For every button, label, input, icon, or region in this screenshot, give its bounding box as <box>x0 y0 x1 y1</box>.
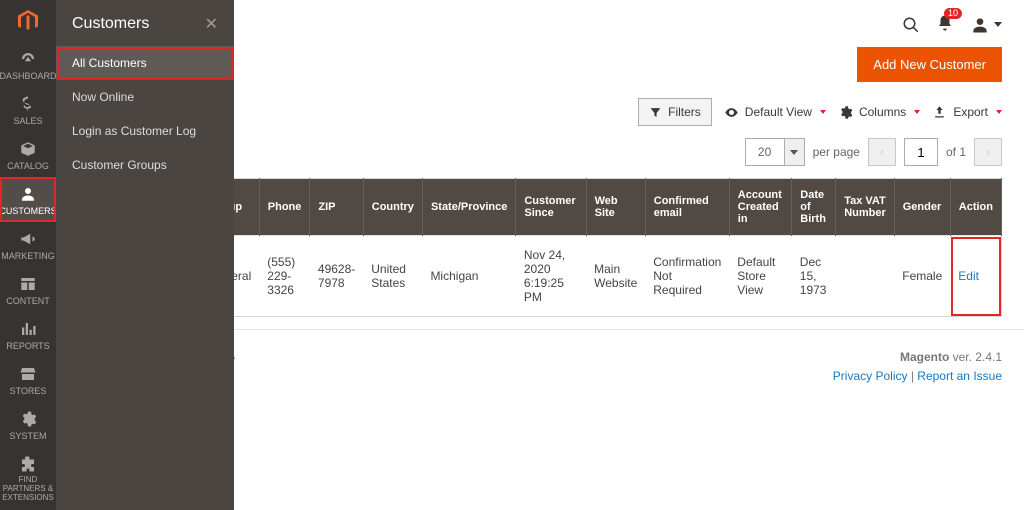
cell-country: United States <box>363 236 422 317</box>
columns-button[interactable]: Columns <box>838 105 920 120</box>
nav-system[interactable]: SYSTEM <box>0 402 56 447</box>
flyout-item-login-log[interactable]: Login as Customer Log <box>56 114 234 148</box>
footer-version: ver. 2.4.1 <box>949 350 1002 364</box>
store-icon <box>19 365 37 383</box>
filters-label: Filters <box>668 105 701 119</box>
search-icon[interactable] <box>902 16 920 34</box>
user-icon <box>970 15 990 35</box>
chevron-down-icon <box>996 110 1002 114</box>
export-button[interactable]: Export <box>932 105 1002 120</box>
flyout-item-all-customers[interactable]: All Customers <box>56 46 234 80</box>
pager-page-input[interactable] <box>904 138 938 166</box>
nav-label: CATALOG <box>7 161 49 171</box>
col-zip[interactable]: ZIP <box>310 179 363 236</box>
nav-find-partners[interactable]: FIND PARTNERS & EXTENSIONS <box>0 447 56 508</box>
cell-state: Michigan <box>422 236 515 317</box>
privacy-policy-link[interactable]: Privacy Policy <box>833 369 908 383</box>
close-icon[interactable]: ✕ <box>205 14 218 34</box>
page-size-dropdown[interactable] <box>785 138 805 166</box>
pager-of-label: of 1 <box>946 145 966 159</box>
flyout-item-now-online[interactable]: Now Online <box>56 80 234 114</box>
cell-dob: Dec 15, 1973 <box>792 236 836 317</box>
account-menu[interactable] <box>970 15 1002 35</box>
col-dob[interactable]: Date of Birth <box>792 179 836 236</box>
eye-icon <box>724 105 739 120</box>
col-confirmed[interactable]: Confirmed email <box>645 179 729 236</box>
pager-next[interactable]: › <box>974 138 1002 166</box>
nav-content[interactable]: CONTENT <box>0 267 56 312</box>
pager-prev[interactable]: ‹ <box>868 138 896 166</box>
megaphone-icon <box>19 230 37 248</box>
nav-label: CUSTOMERS <box>0 206 57 216</box>
per-page-label: per page <box>813 145 860 159</box>
edit-link[interactable]: Edit <box>958 269 979 283</box>
add-new-customer-button[interactable]: Add New Customer <box>857 47 1002 82</box>
nav-label: REPORTS <box>6 341 49 351</box>
gear-icon <box>838 105 853 120</box>
nav-label: STORES <box>10 386 47 396</box>
nav-label: SALES <box>13 116 42 126</box>
filters-button[interactable]: Filters <box>638 98 712 126</box>
dollar-icon <box>19 95 37 113</box>
cell-tax <box>836 236 895 317</box>
default-view-button[interactable]: Default View <box>724 105 826 120</box>
funnel-icon <box>649 106 662 119</box>
layout-icon <box>19 275 37 293</box>
puzzle-icon <box>19 455 37 473</box>
col-since[interactable]: Customer Since <box>516 179 586 236</box>
footer-brand: Magento <box>900 350 949 364</box>
col-action[interactable]: Action <box>950 179 1001 236</box>
customers-flyout: Customers ✕ All Customers Now Online Log… <box>56 0 234 510</box>
nav-dashboard[interactable]: DASHBOARD <box>0 42 56 87</box>
gear-icon <box>19 410 37 428</box>
report-issue-link[interactable]: Report an Issue <box>917 369 1002 383</box>
nav-label: CONTENT <box>6 296 50 306</box>
col-website[interactable]: Web Site <box>586 179 645 236</box>
magento-logo[interactable] <box>0 0 56 42</box>
nav-label: DASHBOARD <box>0 71 57 81</box>
nav-sales[interactable]: SALES <box>0 87 56 132</box>
cell-zip: 49628-7978 <box>310 236 363 317</box>
nav-catalog[interactable]: CATALOG <box>0 132 56 177</box>
person-icon <box>19 185 37 203</box>
admin-rail: DASHBOARD SALES CATALOG CUSTOMERS MARKET… <box>0 0 56 510</box>
page-size-value: 20 <box>745 138 785 166</box>
col-state[interactable]: State/Province <box>422 179 515 236</box>
cell-confirmed: Confirmation Not Required <box>645 236 729 317</box>
cell-gender: Female <box>894 236 950 317</box>
cell-website: Main Website <box>586 236 645 317</box>
nav-label: MARKETING <box>1 251 55 261</box>
cell-action: Edit <box>950 236 1001 317</box>
pager: 20 per page ‹ of 1 › <box>745 138 1002 166</box>
notifications-button[interactable]: 10 <box>936 14 954 35</box>
nav-customers[interactable]: CUSTOMERS <box>0 177 56 222</box>
export-icon <box>932 105 947 120</box>
chevron-down-icon <box>820 110 826 114</box>
cell-created-in: Default Store View <box>729 236 791 317</box>
nav-reports[interactable]: REPORTS <box>0 312 56 357</box>
nav-stores[interactable]: STORES <box>0 357 56 402</box>
col-country[interactable]: Country <box>363 179 422 236</box>
cell-since: Nov 24, 2020 6:19:25 PM <box>516 236 586 317</box>
col-created-in[interactable]: Account Created in <box>729 179 791 236</box>
nav-marketing[interactable]: MARKETING <box>0 222 56 267</box>
gauge-icon <box>19 50 37 68</box>
flyout-title: Customers <box>72 15 149 33</box>
col-phone[interactable]: Phone <box>259 179 310 236</box>
chart-icon <box>19 320 37 338</box>
nav-label: FIND PARTNERS & EXTENSIONS <box>2 476 54 502</box>
notif-badge: 10 <box>944 8 962 19</box>
cell-phone: (555) 229-3326 <box>259 236 310 317</box>
nav-label: SYSTEM <box>9 431 46 441</box>
flyout-item-groups[interactable]: Customer Groups <box>56 148 234 182</box>
chevron-down-icon <box>994 22 1002 27</box>
col-gender[interactable]: Gender <box>894 179 950 236</box>
chevron-down-icon <box>914 110 920 114</box>
col-tax[interactable]: Tax VAT Number <box>836 179 895 236</box>
box-icon <box>19 140 37 158</box>
